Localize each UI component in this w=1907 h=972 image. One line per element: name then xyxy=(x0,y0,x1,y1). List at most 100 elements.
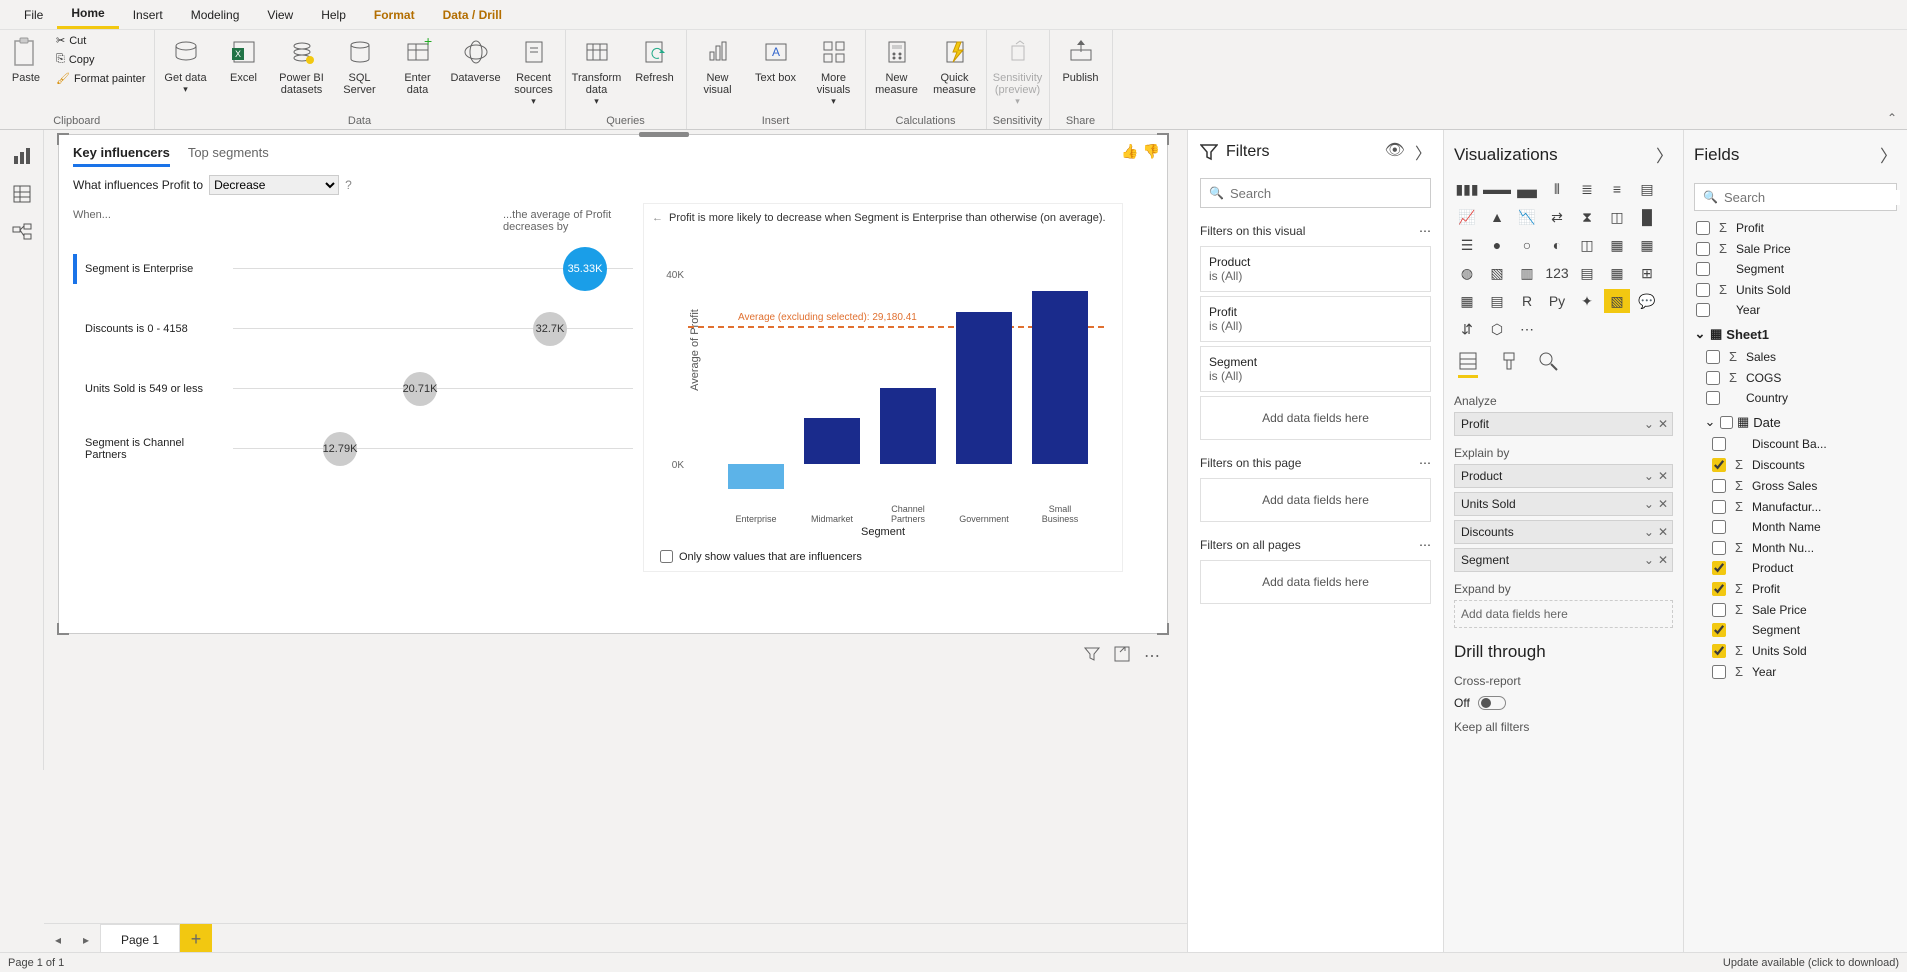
influencer-bubble[interactable]: 32.7K xyxy=(533,312,567,346)
field-checkbox[interactable] xyxy=(1712,458,1726,472)
canvas[interactable]: 👍 👎 Key influencers Top segments What in… xyxy=(44,130,1187,770)
page-add-button[interactable]: + xyxy=(180,924,212,956)
influencer-row[interactable]: Segment is Channel Partners12.79K xyxy=(73,419,633,479)
filter-card[interactable]: Productis (All) xyxy=(1200,246,1431,292)
tab-key-influencers[interactable]: Key influencers xyxy=(73,145,170,167)
viz-type-item[interactable]: ● xyxy=(1484,233,1510,257)
filters-search-input[interactable] xyxy=(1230,186,1422,201)
fields-pane-collapse-icon[interactable]: 〉 xyxy=(1880,142,1897,167)
viz-type-item[interactable]: ◐ xyxy=(1544,233,1570,257)
chevron-down-icon[interactable]: ⌄ xyxy=(1644,553,1654,567)
dataverse-button[interactable]: Dataverse xyxy=(451,32,501,84)
remove-icon[interactable]: ✕ xyxy=(1658,497,1668,511)
field-row[interactable]: ΣSale Price xyxy=(1694,238,1897,259)
field-row[interactable]: Product xyxy=(1710,558,1897,578)
viz-type-item[interactable]: R xyxy=(1514,289,1540,313)
viz-type-item[interactable]: ▦ xyxy=(1454,289,1480,313)
filters-search[interactable]: 🔍 xyxy=(1200,178,1431,208)
field-checkbox[interactable] xyxy=(1696,303,1710,317)
field-checkbox[interactable] xyxy=(1706,371,1720,385)
viz-type-item[interactable]: ▦ xyxy=(1634,233,1660,257)
refresh-button[interactable]: Refresh xyxy=(630,32,680,84)
viz-type-item[interactable]: 💬 xyxy=(1634,289,1660,313)
eye-icon[interactable]: 👁 xyxy=(1385,140,1405,164)
viz-type-item[interactable]: ▦ xyxy=(1604,261,1630,285)
question-dropdown[interactable]: Decrease xyxy=(209,175,339,195)
viz-type-item[interactable]: 123 xyxy=(1544,261,1570,285)
focus-mode-icon[interactable] xyxy=(1114,646,1130,666)
excel-button[interactable]: XExcel xyxy=(219,32,269,84)
field-row[interactable]: ΣYear xyxy=(1710,661,1897,682)
chevron-down-icon[interactable]: ⌄ xyxy=(1644,497,1654,511)
field-checkbox[interactable] xyxy=(1712,603,1726,617)
expand-by-drop[interactable]: Add data fields here xyxy=(1454,600,1673,628)
remove-icon[interactable]: ✕ xyxy=(1658,469,1668,483)
enter-data-button[interactable]: +Enter data xyxy=(393,32,443,96)
filter-card[interactable]: Profitis (All) xyxy=(1200,296,1431,342)
copy-button[interactable]: ⎘Copy xyxy=(54,51,148,68)
field-checkbox[interactable] xyxy=(1712,644,1726,658)
page-next[interactable]: ▸ xyxy=(72,933,100,947)
field-checkbox[interactable] xyxy=(1712,520,1726,534)
field-well[interactable]: Units Sold⌄✕ xyxy=(1454,492,1673,516)
only-influencers-checkbox[interactable] xyxy=(660,550,673,563)
viz-type-item[interactable]: ▲ xyxy=(1484,205,1510,229)
field-checkbox[interactable] xyxy=(1712,582,1726,596)
field-row[interactable]: ΣManufactur... xyxy=(1710,496,1897,517)
field-well[interactable]: Segment⌄✕ xyxy=(1454,548,1673,572)
field-well[interactable]: Discounts⌄✕ xyxy=(1454,520,1673,544)
section-more-icon-3[interactable]: ⋯ xyxy=(1419,538,1431,552)
field-row[interactable]: ΣGross Sales xyxy=(1710,475,1897,496)
viz-type-item[interactable]: ◫ xyxy=(1604,205,1630,229)
chart-bar[interactable] xyxy=(728,464,784,489)
field-checkbox[interactable] xyxy=(1696,221,1710,235)
field-checkbox[interactable] xyxy=(1706,350,1720,364)
field-checkbox[interactable] xyxy=(1712,437,1726,451)
add-fields-page[interactable]: Add data fields here xyxy=(1200,478,1431,522)
sql-server-button[interactable]: SQL Server xyxy=(335,32,385,96)
viz-type-item[interactable]: ◫ xyxy=(1574,233,1600,257)
field-row[interactable]: Country xyxy=(1704,388,1897,408)
menu-modeling[interactable]: Modeling xyxy=(177,2,254,28)
date-hierarchy[interactable]: ⌄ ▦ Date xyxy=(1694,408,1897,434)
pbi-datasets-button[interactable]: Power BI datasets xyxy=(277,32,327,96)
remove-icon[interactable]: ✕ xyxy=(1658,417,1668,431)
viz-type-item[interactable]: 📉 xyxy=(1514,205,1540,229)
viz-type-item[interactable]: ⊞ xyxy=(1634,261,1660,285)
field-checkbox[interactable] xyxy=(1696,262,1710,276)
menu-data-drill[interactable]: Data / Drill xyxy=(429,2,516,28)
field-row[interactable]: ΣDiscounts xyxy=(1710,454,1897,475)
add-fields-visual[interactable]: Add data fields here xyxy=(1200,396,1431,440)
section-more-icon[interactable]: ⋯ xyxy=(1419,224,1431,238)
question-help[interactable]: ? xyxy=(345,178,352,192)
field-well[interactable]: Profit⌄✕ xyxy=(1454,412,1673,436)
influencer-row[interactable]: Segment is Enterprise35.33K xyxy=(73,239,633,299)
viz-type-item[interactable]: ◍ xyxy=(1454,261,1480,285)
influencer-row[interactable]: Units Sold is 549 or less20.71K xyxy=(73,359,633,419)
chart-bar[interactable] xyxy=(880,388,936,464)
field-row[interactable]: Segment xyxy=(1694,259,1897,279)
viz-type-item[interactable]: ▬▬ xyxy=(1484,177,1510,201)
viz-type-item[interactable]: 📈 xyxy=(1454,205,1480,229)
chevron-down-icon[interactable]: ⌄ xyxy=(1644,469,1654,483)
viz-type-item[interactable]: ≡ xyxy=(1604,177,1630,201)
section-more-icon-2[interactable]: ⋯ xyxy=(1419,456,1431,470)
influencer-row[interactable]: Discounts is 0 - 415832.7K xyxy=(73,299,633,359)
influencer-bubble[interactable]: 12.79K xyxy=(323,432,357,466)
viz-type-item[interactable]: ▧ xyxy=(1484,261,1510,285)
field-row[interactable]: ΣUnits Sold xyxy=(1694,279,1897,300)
viz-type-item[interactable]: ⬡ xyxy=(1484,317,1510,341)
field-well[interactable]: Product⌄✕ xyxy=(1454,464,1673,488)
cross-report-toggle[interactable] xyxy=(1478,696,1506,710)
viz-type-item[interactable]: ▥ xyxy=(1514,261,1540,285)
fields-search[interactable]: 🔍 xyxy=(1694,183,1897,211)
menu-file[interactable]: File xyxy=(10,2,57,28)
menu-format[interactable]: Format xyxy=(360,2,429,28)
field-row[interactable]: ΣUnits Sold xyxy=(1710,640,1897,661)
field-checkbox[interactable] xyxy=(1712,479,1726,493)
fields-search-input[interactable] xyxy=(1724,190,1900,205)
thumb-up-icon[interactable]: 👍 xyxy=(1121,143,1138,160)
format-tool-icon[interactable] xyxy=(1498,351,1518,378)
chevron-down-icon[interactable]: ⌄ xyxy=(1644,417,1654,431)
viz-type-item[interactable]: ▤ xyxy=(1574,261,1600,285)
